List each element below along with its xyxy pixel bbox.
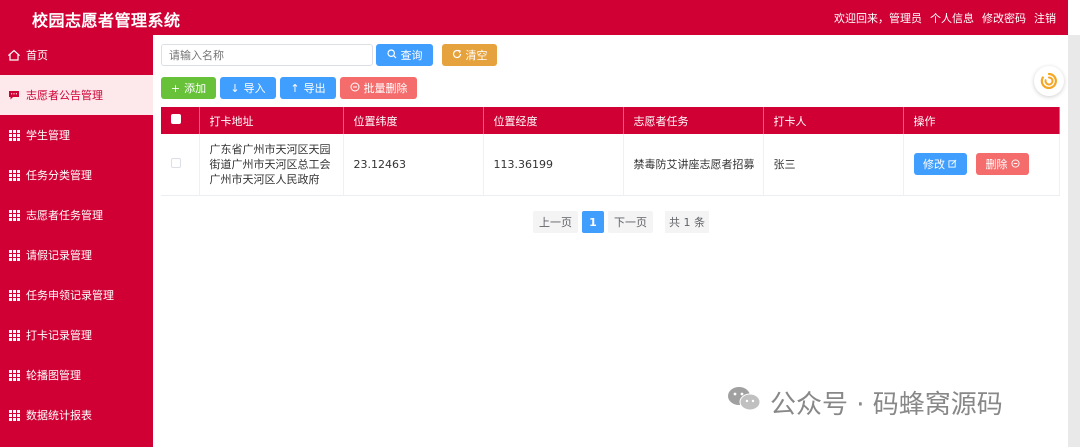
sidebar-item-statistics[interactable]: 数据统计报表 [0, 395, 153, 435]
sidebar-item-label: 任务分类管理 [26, 169, 92, 182]
change-password-link[interactable]: 修改密码 [982, 10, 1026, 26]
sidebar: 首页 志愿者公告管理 学生管理 任务分类管理 志愿者任务管理 请假记录管理 任务… [0, 35, 153, 447]
sidebar-item-checkin-records[interactable]: 打卡记录管理 [0, 315, 153, 355]
top-header: 校园志愿者管理系统 欢迎回来，管理员 个人信息 修改密码 注销 [0, 0, 1068, 35]
export-button[interactable]: ↑ 导出 [280, 77, 336, 99]
sidebar-item-label: 首页 [26, 49, 48, 62]
table-header-row: 打卡地址 位置纬度 位置经度 志愿者任务 打卡人 操作 [161, 107, 1060, 134]
batch-delete-button[interactable]: 批量删除 [340, 77, 417, 99]
minus-circle-icon [1010, 158, 1020, 171]
next-page-button[interactable]: 下一页 [608, 211, 653, 233]
refresh-icon [452, 49, 462, 62]
header-links: 欢迎回来，管理员 个人信息 修改密码 注销 [834, 10, 1056, 26]
row-checkbox[interactable] [171, 157, 181, 168]
row-select-cell [161, 134, 200, 196]
search-icon [386, 48, 397, 62]
sidebar-item-label: 志愿者任务管理 [26, 209, 103, 222]
query-button[interactable]: 查询 [376, 44, 433, 66]
grid-icon [8, 329, 20, 341]
column-header: 志愿者任务 [623, 107, 764, 134]
sidebar-item-announcements[interactable]: 志愿者公告管理 [0, 75, 153, 115]
column-header: 打卡人 [763, 107, 904, 134]
grid-icon [8, 169, 20, 181]
sidebar-item-label: 打卡记录管理 [26, 329, 92, 342]
cell-actions: 修改 删除 [903, 134, 1060, 196]
right-scroll-rail [1068, 35, 1080, 447]
sidebar-item-label: 志愿者公告管理 [26, 89, 103, 102]
page-number-button[interactable]: 1 [582, 211, 604, 233]
welcome-text: 欢迎回来，管理员 [834, 12, 922, 25]
sidebar-item-label: 数据统计报表 [26, 409, 92, 422]
floating-assistant-icon[interactable] [1034, 66, 1064, 96]
arrow-down-icon: ↓ [230, 81, 240, 95]
grid-icon [8, 289, 20, 301]
sidebar-item-home[interactable]: 首页 [0, 35, 153, 75]
select-all-cell [161, 107, 200, 134]
sidebar-item-carousel[interactable]: 轮播图管理 [0, 355, 153, 395]
data-table: 打卡地址 位置纬度 位置经度 志愿者任务 打卡人 操作 广东省广州市天河区天园街… [161, 107, 1060, 196]
wechat-icon [726, 384, 762, 421]
table-row: 广东省广州市天河区天园街道广州市天河区总工会广州市天河区人民政府 23.1246… [161, 134, 1060, 196]
sidebar-item-label: 轮播图管理 [26, 369, 81, 382]
sidebar-item-label: 任务申领记录管理 [26, 289, 114, 302]
import-button[interactable]: ↓ 导入 [220, 77, 276, 99]
sidebar-item-label: 请假记录管理 [26, 249, 92, 262]
arrow-up-icon: ↑ [290, 81, 300, 95]
grid-icon [8, 369, 20, 381]
pagination: 上一页 1 下一页 共 1 条 [533, 211, 709, 233]
delete-button[interactable]: 删除 [976, 153, 1029, 176]
select-all-checkbox[interactable] [171, 114, 181, 124]
column-header: 操作 [903, 107, 1060, 134]
minus-circle-icon [350, 82, 360, 95]
watermark: 公众号 · 码蜂窝源码 [726, 384, 1003, 421]
prev-page-button[interactable]: 上一页 [533, 211, 578, 233]
clear-button[interactable]: 清空 [442, 44, 497, 66]
sidebar-item-volunteer-tasks[interactable]: 志愿者任务管理 [0, 195, 153, 235]
watermark-text: 公众号 · 码蜂窝源码 [770, 390, 1003, 420]
column-header: 打卡地址 [199, 107, 344, 134]
logout-link[interactable]: 注销 [1034, 10, 1056, 26]
grid-icon [8, 129, 20, 141]
total-count: 共 1 条 [665, 211, 709, 233]
sidebar-item-leave-records[interactable]: 请假记录管理 [0, 235, 153, 275]
column-header: 位置纬度 [343, 107, 484, 134]
sidebar-item-task-claims[interactable]: 任务申领记录管理 [0, 275, 153, 315]
grid-icon [8, 209, 20, 221]
sidebar-item-task-categories[interactable]: 任务分类管理 [0, 155, 153, 195]
plus-icon: + [170, 81, 181, 95]
cell-task: 禁毒防艾讲座志愿者招募 [623, 134, 764, 196]
cell-longitude: 113.36199 [483, 134, 624, 196]
sidebar-item-students[interactable]: 学生管理 [0, 115, 153, 155]
edit-icon [948, 158, 957, 171]
cell-address: 广东省广州市天河区天园街道广州市天河区总工会广州市天河区人民政府 [199, 134, 344, 196]
column-header: 位置经度 [483, 107, 624, 134]
profile-link[interactable]: 个人信息 [930, 10, 974, 26]
message-icon [8, 89, 20, 101]
app-title: 校园志愿者管理系统 [32, 11, 181, 30]
sidebar-item-label: 学生管理 [26, 129, 70, 142]
home-icon [8, 49, 20, 61]
cell-latitude: 23.12463 [343, 134, 484, 196]
search-input[interactable] [161, 44, 373, 66]
grid-icon [8, 409, 20, 421]
cell-person: 张三 [763, 134, 904, 196]
edit-button[interactable]: 修改 [913, 153, 967, 176]
add-button[interactable]: + 添加 [161, 77, 216, 99]
grid-icon [8, 249, 20, 261]
